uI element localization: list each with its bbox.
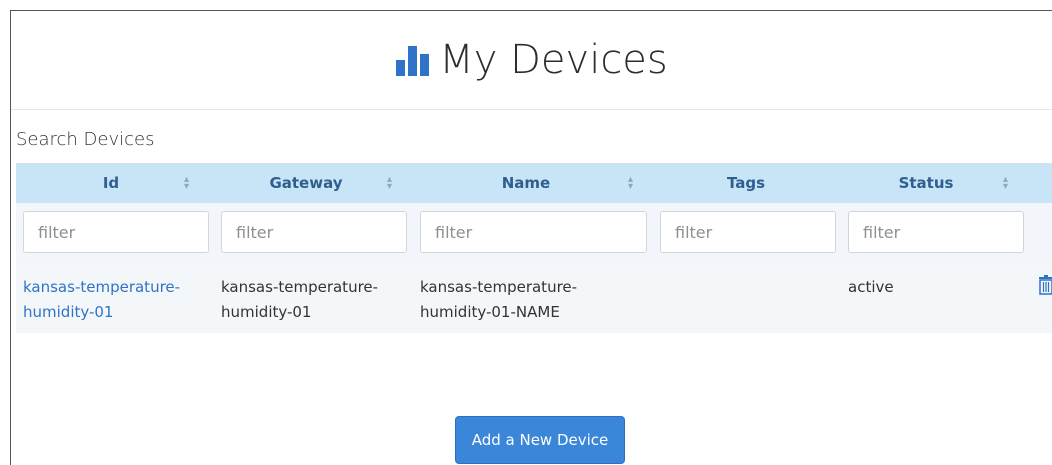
- device-id-line1[interactable]: kansas-temperature-: [23, 275, 203, 300]
- sort-icon[interactable]: ▴ ▾: [387, 175, 392, 192]
- device-gateway-line2: humidity-01: [221, 303, 312, 321]
- device-name-line1: kansas-temperature-: [420, 278, 578, 296]
- filter-status-input[interactable]: [848, 211, 1024, 253]
- filter-tags-input[interactable]: [660, 211, 836, 253]
- device-name: kansas-temperature- humidity-01-NAME: [420, 275, 600, 325]
- column-header-id[interactable]: Id: [16, 163, 206, 203]
- device-status: active: [848, 278, 894, 296]
- device-gateway: kansas-temperature- humidity-01: [221, 275, 401, 325]
- column-header-status[interactable]: Status: [846, 163, 1006, 203]
- page-header: My Devices: [11, 11, 1052, 109]
- column-header-id-label: Id: [102, 174, 120, 192]
- sort-icon[interactable]: ▴ ▾: [628, 175, 633, 192]
- column-header-tags-label: Tags: [726, 174, 766, 192]
- page-title: My Devices: [439, 37, 668, 83]
- bar-chart-icon: [396, 44, 430, 76]
- column-header-name[interactable]: Name: [411, 163, 641, 203]
- filter-name-input[interactable]: [420, 211, 647, 253]
- device-name-line2: humidity-01-NAME: [420, 303, 560, 321]
- table-row: kansas-temperature- humidity-01 kansas-t…: [16, 265, 1052, 333]
- device-id-link[interactable]: kansas-temperature- humidity-01: [23, 275, 203, 325]
- filter-row: [16, 203, 1052, 265]
- header-divider: [11, 109, 1052, 110]
- devices-table: Id ▴ ▾ Gateway ▴ ▾ Name ▴ ▾ Tags Status ▴ ▾: [16, 163, 1052, 333]
- trash-icon[interactable]: [1038, 275, 1052, 295]
- column-header-tags[interactable]: Tags: [656, 163, 836, 203]
- column-header-gateway-label: Gateway: [269, 174, 343, 192]
- device-id-line2[interactable]: humidity-01: [23, 300, 203, 325]
- devices-panel: My Devices Search Devices Id ▴ ▾ Gateway …: [10, 10, 1052, 465]
- device-gateway-line1: kansas-temperature-: [221, 278, 379, 296]
- column-header-name-label: Name: [501, 174, 551, 192]
- filter-gateway-input[interactable]: [221, 211, 407, 253]
- add-device-button[interactable]: Add a New Device: [455, 416, 625, 464]
- column-header-status-label: Status: [898, 174, 954, 192]
- sort-icon[interactable]: ▴ ▾: [1003, 175, 1008, 192]
- table-header-row: Id ▴ ▾ Gateway ▴ ▾ Name ▴ ▾ Tags Status ▴ ▾: [16, 163, 1052, 203]
- sort-icon[interactable]: ▴ ▾: [184, 175, 189, 192]
- filter-id-input[interactable]: [23, 211, 209, 253]
- search-devices-label: Search Devices: [16, 129, 155, 150]
- column-header-gateway[interactable]: Gateway: [216, 163, 396, 203]
- title-group: My Devices: [396, 37, 668, 83]
